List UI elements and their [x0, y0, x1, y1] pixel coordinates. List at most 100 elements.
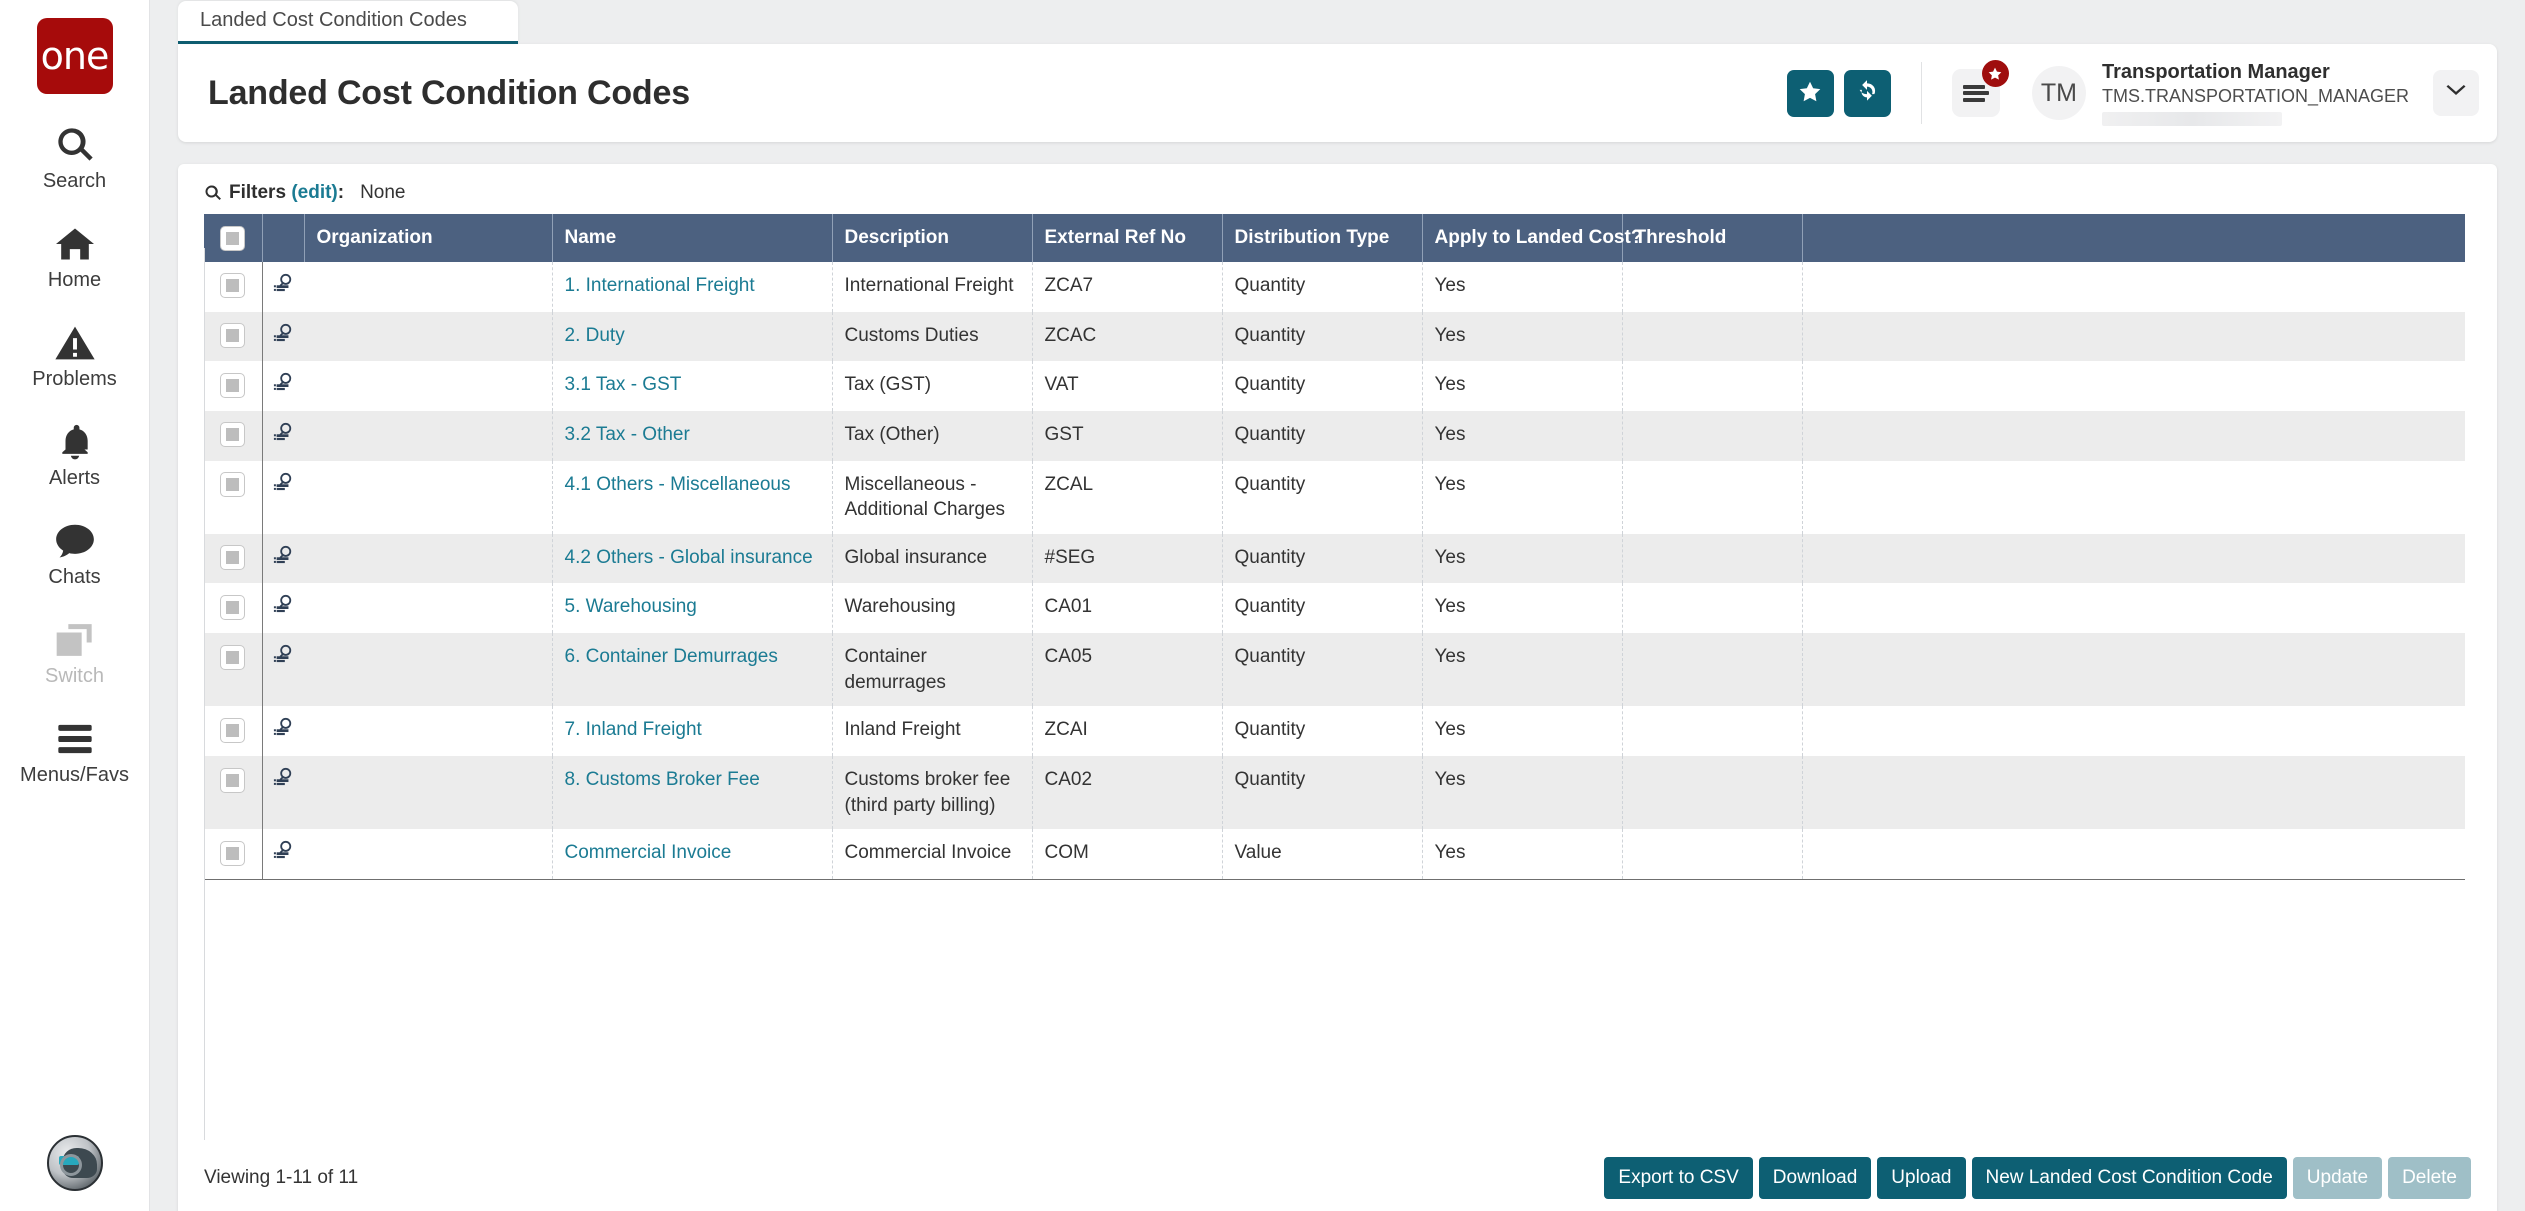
- row-select-cell[interactable]: [204, 829, 263, 880]
- filters-edit-link[interactable]: (edit): [291, 182, 337, 204]
- row-select-cell[interactable]: [204, 262, 263, 312]
- refresh-button[interactable]: [1843, 69, 1891, 117]
- row-name-link[interactable]: 4.1 Others - Miscellaneous: [565, 474, 791, 495]
- column-header-threshold[interactable]: Threshold: [1622, 214, 1803, 262]
- row-details-cell[interactable]: [262, 533, 304, 584]
- view-details-icon[interactable]: [273, 422, 293, 450]
- view-details-icon[interactable]: [273, 840, 293, 868]
- cell-name[interactable]: 1. International Freight: [552, 262, 833, 312]
- row-details-cell[interactable]: [262, 361, 304, 411]
- column-header-distribution-type[interactable]: Distribution Type: [1222, 214, 1423, 262]
- table-row[interactable]: 8. Customs Broker Fee Customs broker fee …: [204, 756, 2465, 830]
- row-details-cell[interactable]: [262, 262, 304, 312]
- table-row[interactable]: 6. Container Demurrages Container demurra…: [204, 633, 2465, 707]
- row-name-link[interactable]: 5. Warehousing: [565, 596, 697, 617]
- user-avatar-initials[interactable]: TM: [2031, 66, 2086, 120]
- view-details-icon[interactable]: [273, 323, 293, 351]
- row-checkbox[interactable]: [220, 372, 246, 398]
- view-details-icon[interactable]: [273, 273, 293, 301]
- view-details-icon[interactable]: [273, 545, 293, 573]
- row-name-link[interactable]: 2. Duty: [565, 325, 625, 346]
- sidebar-item-chats[interactable]: Chats: [0, 520, 150, 589]
- new-landed-cost-condition-code-button[interactable]: New Landed Cost Condition Code: [1971, 1157, 2287, 1199]
- row-select-cell[interactable]: [204, 633, 263, 707]
- row-checkbox[interactable]: [220, 323, 246, 349]
- row-details-cell[interactable]: [262, 756, 304, 830]
- table-row[interactable]: 4.2 Others - Global insurance Global insu…: [204, 533, 2465, 584]
- upload-button[interactable]: Upload: [1877, 1157, 1966, 1199]
- sidebar-item-menus-favs[interactable]: Menus/Favs: [0, 718, 150, 787]
- sidebar-item-home[interactable]: Home: [0, 223, 150, 292]
- sidebar-item-problems[interactable]: Problems: [0, 322, 150, 391]
- download-button[interactable]: Download: [1758, 1157, 1872, 1199]
- sidebar-item-search[interactable]: Search: [0, 124, 150, 193]
- cell-name[interactable]: 7. Inland Freight: [552, 706, 833, 757]
- column-header-name[interactable]: Name: [552, 214, 833, 262]
- row-select-cell[interactable]: [204, 533, 263, 584]
- view-details-icon[interactable]: [273, 594, 293, 622]
- table-row[interactable]: Commercial Invoice Commercial Invoice COM V…: [204, 829, 2465, 880]
- sidebar-item-alerts[interactable]: Alerts: [0, 421, 150, 490]
- row-checkbox[interactable]: [220, 422, 246, 448]
- view-details-icon[interactable]: [273, 767, 293, 795]
- row-checkbox[interactable]: [220, 594, 246, 620]
- column-header-apply-to-landed-cost[interactable]: Apply to Landed Cost?: [1422, 214, 1642, 262]
- avatar[interactable]: [46, 1135, 103, 1191]
- menu-list-button[interactable]: [1951, 60, 2009, 117]
- row-details-cell[interactable]: [262, 461, 304, 534]
- row-name-link[interactable]: Commercial Invoice: [565, 842, 732, 863]
- row-select-cell[interactable]: [204, 410, 263, 461]
- row-details-cell[interactable]: [262, 706, 304, 756]
- cell-name[interactable]: 2. Duty: [552, 311, 833, 362]
- row-details-cell[interactable]: [262, 410, 304, 461]
- sidebar-item-switch[interactable]: Switch: [0, 619, 150, 688]
- cell-name[interactable]: 5. Warehousing: [552, 583, 833, 634]
- view-details-icon[interactable]: [273, 372, 293, 400]
- row-select-cell[interactable]: [204, 583, 263, 634]
- table-row[interactable]: 3.1 Tax - GST Tax (GST) VAT Quantity Yes: [204, 361, 2465, 411]
- row-select-cell[interactable]: [204, 460, 263, 534]
- row-name-link[interactable]: 8. Customs Broker Fee: [565, 769, 760, 790]
- row-name-link[interactable]: 7. Inland Freight: [565, 719, 702, 740]
- cell-name[interactable]: 3.1 Tax - GST: [552, 361, 833, 411]
- table-row[interactable]: 4.1 Others - Miscellaneous Miscellaneous …: [204, 460, 2465, 534]
- tab-landed-cost-condition-codes[interactable]: Landed Cost Condition Codes: [178, 1, 518, 44]
- column-header-organization[interactable]: Organization: [304, 214, 553, 262]
- row-name-link[interactable]: 3.1 Tax - GST: [565, 374, 682, 395]
- row-checkbox[interactable]: [220, 545, 246, 571]
- select-all-checkbox[interactable]: [220, 225, 246, 251]
- row-checkbox[interactable]: [220, 717, 246, 743]
- row-select-cell[interactable]: [204, 706, 263, 757]
- table-row[interactable]: 2. Duty Customs Duties ZCAC Quantity Yes: [204, 311, 2465, 362]
- row-checkbox[interactable]: [220, 767, 246, 793]
- row-details-cell[interactable]: [262, 311, 304, 362]
- column-header-description[interactable]: Description: [832, 214, 1033, 262]
- table-row[interactable]: 3.2 Tax - Other Tax (Other) GST Quantity Yes: [204, 410, 2465, 461]
- row-details-cell[interactable]: [262, 583, 304, 633]
- view-details-icon[interactable]: [273, 717, 293, 745]
- row-select-cell[interactable]: [204, 311, 263, 362]
- cell-name[interactable]: 8. Customs Broker Fee: [552, 756, 833, 830]
- view-details-icon[interactable]: [273, 644, 293, 672]
- table-row[interactable]: 5. Warehousing Warehousing CA01 Quantity Yes: [204, 583, 2465, 634]
- row-details-cell[interactable]: [262, 633, 304, 707]
- row-select-cell[interactable]: [204, 361, 263, 411]
- cell-name[interactable]: 4.1 Others - Miscellaneous: [552, 460, 833, 534]
- cell-name[interactable]: Commercial Invoice: [552, 829, 833, 880]
- row-name-link[interactable]: 4.2 Others - Global insurance: [565, 547, 813, 568]
- user-menu-button[interactable]: [2433, 70, 2479, 116]
- row-checkbox[interactable]: [220, 472, 246, 498]
- row-checkbox[interactable]: [220, 840, 246, 866]
- row-select-cell[interactable]: [204, 756, 263, 830]
- row-name-link[interactable]: 3.2 Tax - Other: [565, 424, 690, 445]
- favorite-button[interactable]: [1786, 69, 1834, 117]
- view-details-icon[interactable]: [273, 472, 293, 500]
- column-header-external-ref-no[interactable]: External Ref No: [1032, 214, 1223, 262]
- cell-name[interactable]: 6. Container Demurrages: [552, 633, 833, 707]
- row-name-link[interactable]: 1. International Freight: [565, 275, 755, 296]
- row-checkbox[interactable]: [220, 273, 246, 299]
- row-name-link[interactable]: 6. Container Demurrages: [565, 646, 778, 667]
- cell-name[interactable]: 3.2 Tax - Other: [552, 410, 833, 461]
- row-details-cell[interactable]: [262, 829, 304, 880]
- table-row[interactable]: 7. Inland Freight Inland Freight ZCAI Quant…: [204, 706, 2465, 757]
